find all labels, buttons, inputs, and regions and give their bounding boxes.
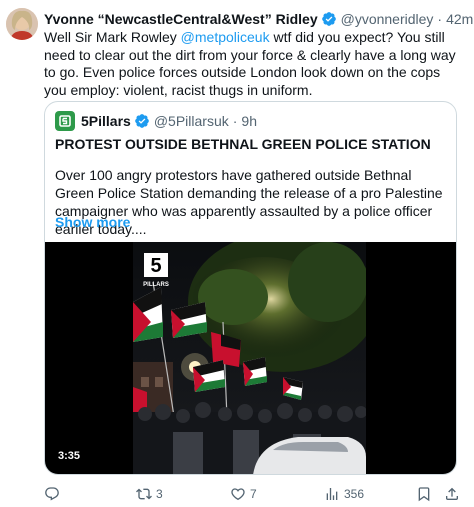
quote-header: 5Pillars @5Pillarsuk · 9h bbox=[55, 111, 257, 131]
tweet-text: Well Sir Mark Rowley @metpoliceuk wtf di… bbox=[44, 29, 464, 99]
quote-timestamp[interactable]: 9h bbox=[241, 113, 257, 129]
like-button[interactable]: 7 bbox=[230, 484, 257, 504]
tweet-text-start: Well Sir Mark Rowley bbox=[44, 29, 181, 45]
quote-verified-badge-icon bbox=[134, 113, 150, 129]
video-logo-sub: PILLARS bbox=[143, 282, 169, 288]
reply-icon bbox=[45, 487, 59, 501]
share-icon bbox=[446, 487, 458, 500]
timestamp[interactable]: 42m bbox=[446, 11, 473, 27]
separator-dot: · bbox=[437, 11, 443, 27]
video-logo: 5 bbox=[150, 255, 161, 277]
views-button[interactable]: 356 bbox=[324, 484, 364, 504]
quote-author-name[interactable]: 5Pillars bbox=[81, 113, 131, 129]
quote-author-handle[interactable]: @5Pillarsuk bbox=[154, 113, 229, 129]
verified-badge-icon bbox=[321, 11, 337, 27]
video-duration: 3:35 bbox=[53, 449, 86, 463]
author-avatar[interactable] bbox=[6, 8, 38, 40]
quoted-tweet[interactable]: 5Pillars @5Pillarsuk · 9h PROTEST OUTSID… bbox=[44, 101, 457, 475]
retweet-button[interactable]: 3 bbox=[136, 484, 163, 504]
quote-avatar[interactable] bbox=[55, 111, 75, 131]
views-icon bbox=[326, 488, 338, 500]
show-more-link[interactable]: Show more bbox=[55, 214, 130, 230]
share-button[interactable] bbox=[444, 484, 464, 504]
tweet[interactable]: Yvonne “NewcastleCentral&West” Ridley @y… bbox=[0, 0, 474, 507]
bookmark-button[interactable] bbox=[416, 484, 436, 504]
like-count: 7 bbox=[250, 487, 257, 501]
author-name[interactable]: Yvonne “NewcastleCentral&West” Ridley bbox=[44, 11, 318, 27]
views-count: 356 bbox=[344, 487, 365, 501]
reply-button[interactable] bbox=[44, 484, 64, 504]
quote-title: PROTEST OUTSIDE BETHNAL GREEN POLICE STA… bbox=[55, 136, 431, 152]
action-bar: 3 7 356 bbox=[44, 484, 464, 504]
video-player[interactable]: 5 PILLARS 3:35 bbox=[45, 242, 456, 474]
like-icon bbox=[231, 488, 245, 501]
author-handle[interactable]: @yvonneridley bbox=[341, 11, 434, 27]
quote-separator-dot: · bbox=[232, 113, 238, 129]
tweet-header: Yvonne “NewcastleCentral&West” Ridley @y… bbox=[44, 9, 473, 29]
bookmark-icon bbox=[418, 487, 430, 502]
retweet-count: 3 bbox=[156, 487, 163, 501]
mention-link[interactable]: @metpoliceuk bbox=[181, 29, 270, 45]
retweet-icon bbox=[136, 488, 152, 500]
video-frame[interactable]: 5 PILLARS bbox=[133, 242, 366, 474]
